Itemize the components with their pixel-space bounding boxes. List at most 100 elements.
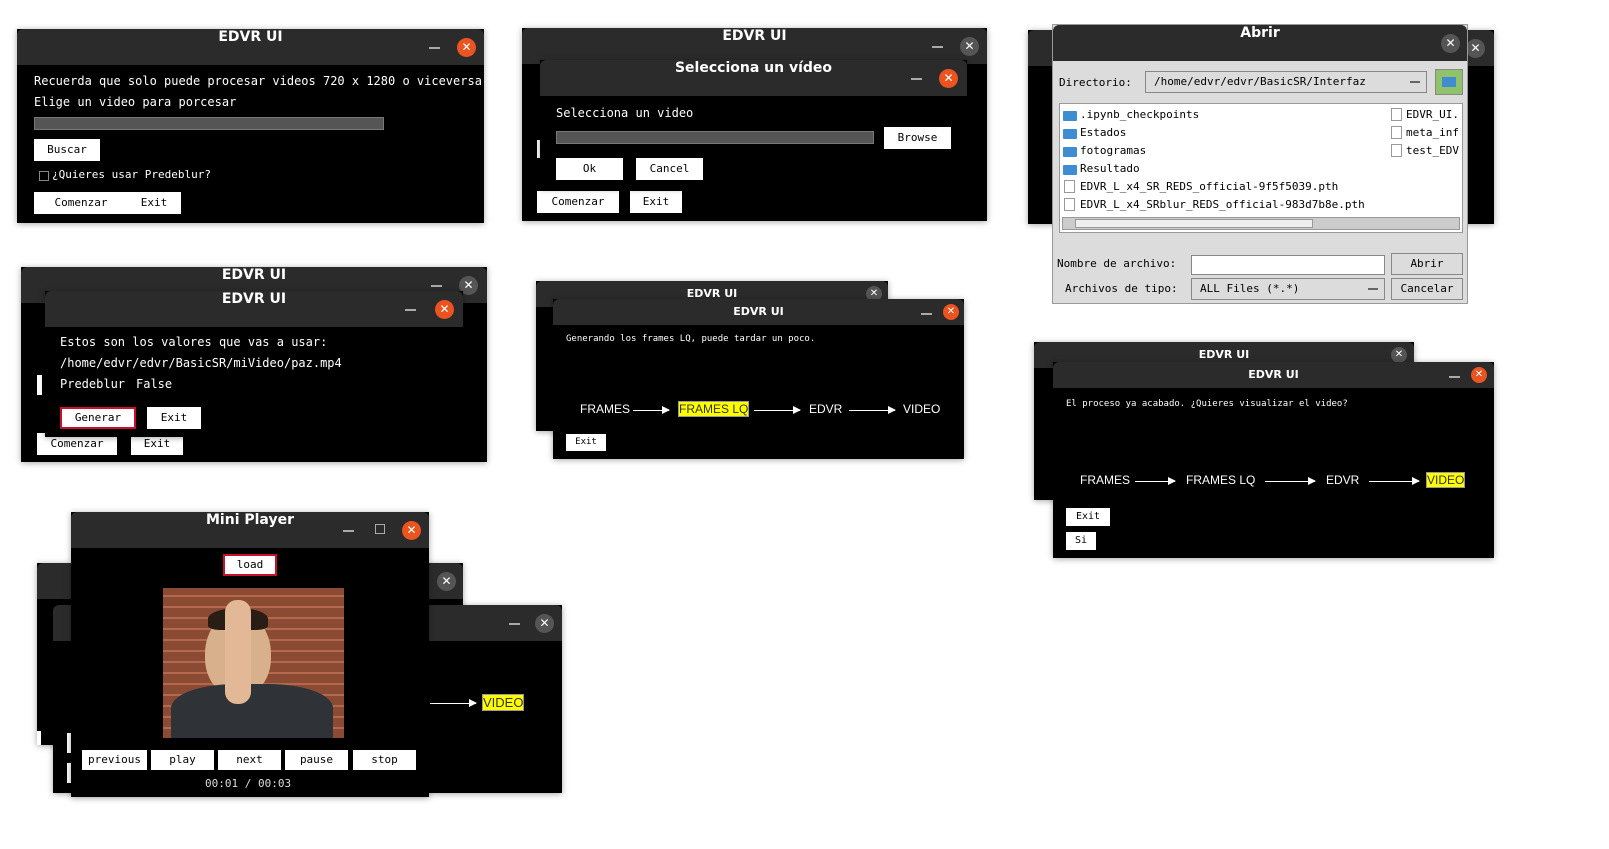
- folder-item[interactable]: fotogramas: [1080, 144, 1146, 157]
- folder-item[interactable]: Estados: [1080, 126, 1126, 139]
- minimize-icon[interactable]: [1449, 376, 1460, 378]
- minimize-icon[interactable]: [932, 46, 943, 48]
- file-icon: [1064, 198, 1075, 211]
- arrow-icon: [1265, 477, 1316, 485]
- folder-icon: [1063, 165, 1077, 175]
- filename-label: Nombre de archivo:: [1057, 257, 1177, 270]
- window-title: EDVR UI: [221, 291, 287, 307]
- close-icon[interactable]: ✕: [457, 38, 476, 57]
- start-button[interactable]: Comenzar: [537, 191, 619, 213]
- directory-label: Directorio:: [1059, 76, 1132, 89]
- search-button[interactable]: Buscar: [34, 139, 100, 161]
- title-bar[interactable]: EDVR UI ✕: [17, 29, 484, 65]
- hand-peace-sign: [225, 600, 251, 704]
- predeblur-value: False: [136, 377, 173, 391]
- folder-item[interactable]: Resultado: [1080, 162, 1140, 175]
- title-bar[interactable]: EDVR UI ✕: [553, 299, 964, 325]
- close-icon[interactable]: ✕: [435, 300, 454, 319]
- hidden-field-fragment: [37, 375, 42, 395]
- close-icon[interactable]: ✕: [1441, 34, 1460, 53]
- time-display: 00:01 / 00:03: [205, 777, 292, 790]
- play-button[interactable]: play: [151, 750, 214, 770]
- minimize-icon[interactable]: [921, 313, 932, 315]
- file-icon: [1064, 180, 1075, 193]
- filetype-select[interactable]: ALL Files (*.*): [1191, 278, 1385, 300]
- up-folder-button[interactable]: [1435, 69, 1463, 95]
- file-item[interactable]: EDVR_L_x4_SR_REDS_official-9f5f5039.pth: [1080, 180, 1338, 193]
- minimize-icon[interactable]: [405, 309, 416, 311]
- pause-button[interactable]: pause: [285, 750, 348, 770]
- video-path-field[interactable]: [556, 131, 874, 144]
- flow-step-video-active: VIDEO: [1425, 472, 1466, 488]
- confirm-values-window: EDVR UI ✕ Estos son los valores que vas …: [45, 291, 463, 437]
- exit-button[interactable]: Exit: [630, 191, 682, 213]
- file-item[interactable]: EDVR_UI.: [1406, 108, 1459, 121]
- load-button[interactable]: load: [223, 554, 277, 576]
- cancel-button[interactable]: Cancel: [636, 158, 703, 180]
- close-icon[interactable]: ✕: [402, 521, 421, 540]
- predeblur-checkbox[interactable]: [39, 171, 49, 181]
- flow-step-video: VIDEO: [903, 402, 941, 416]
- close-icon[interactable]: ✕: [1391, 347, 1407, 363]
- file-item[interactable]: meta_inf: [1406, 126, 1459, 139]
- title-bar[interactable]: Mini Player ✕: [71, 512, 429, 548]
- exit-button[interactable]: Exit: [127, 192, 181, 214]
- flow-step-frames-lq-active: FRAMES LQ: [677, 401, 750, 417]
- title-bar[interactable]: EDVR UI ✕: [45, 291, 463, 327]
- file-item[interactable]: EDVR_L_x4_SRblur_REDS_official-983d7b8e.…: [1080, 198, 1365, 211]
- start-button[interactable]: Comenzar: [34, 192, 128, 214]
- flow-step-edvr: EDVR: [1326, 473, 1360, 487]
- title-bar[interactable]: Selecciona un vídeo ✕: [540, 60, 967, 96]
- generate-button[interactable]: Generar: [60, 407, 136, 429]
- directory-combo[interactable]: /home/edvr/edvr/BasicSR/Interfaz: [1145, 71, 1427, 93]
- close-icon[interactable]: ✕: [960, 37, 979, 56]
- finished-message: El proceso ya acabado. ¿Quieres visualiz…: [1066, 399, 1348, 409]
- file-icon: [1391, 108, 1402, 121]
- close-icon[interactable]: ✕: [1466, 39, 1485, 58]
- window-title: EDVR UI: [733, 305, 784, 318]
- predeblur-label: Predeblur: [60, 377, 126, 391]
- scroll-thumb[interactable]: [1075, 219, 1313, 228]
- file-icon: [1391, 126, 1402, 139]
- close-icon[interactable]: ✕: [939, 69, 958, 88]
- yes-button[interactable]: Si: [1066, 532, 1096, 550]
- close-icon[interactable]: ✕: [437, 572, 456, 591]
- horizontal-scrollbar[interactable]: [1062, 217, 1460, 230]
- open-button[interactable]: Abrir: [1391, 253, 1463, 275]
- exit-button[interactable]: Exit: [566, 434, 606, 451]
- edvr-main-window: EDVR UI ✕ Recuerda que solo puede proces…: [17, 29, 484, 223]
- minimize-icon[interactable]: [429, 47, 440, 49]
- directory-value: /home/edvr/edvr/BasicSR/Interfaz: [1154, 75, 1366, 88]
- previous-button[interactable]: previous: [82, 750, 147, 770]
- close-icon[interactable]: ✕: [1471, 367, 1487, 383]
- title-bar[interactable]: EDVR UI ✕: [1053, 362, 1494, 388]
- minimize-icon[interactable]: [431, 285, 442, 287]
- stop-button[interactable]: stop: [353, 750, 416, 770]
- minimize-icon[interactable]: [911, 78, 922, 80]
- exit-button[interactable]: Exit: [1066, 508, 1110, 526]
- exit-button[interactable]: Exit: [147, 407, 201, 429]
- file-list[interactable]: .ipynb_checkpoints Estados fotogramas Re…: [1059, 103, 1463, 233]
- close-icon[interactable]: ✕: [943, 304, 959, 320]
- ok-button[interactable]: Ok: [556, 158, 623, 180]
- maximize-icon[interactable]: [375, 524, 385, 534]
- minimize-icon[interactable]: [343, 530, 354, 532]
- folder-item[interactable]: .ipynb_checkpoints: [1080, 108, 1199, 121]
- video-path-field[interactable]: [34, 117, 384, 130]
- browse-button[interactable]: Browse: [884, 127, 951, 149]
- dialog-title: Abrir: [1240, 25, 1280, 41]
- cancel-button[interactable]: Cancelar: [1391, 278, 1463, 300]
- title-bar[interactable]: EDVR UI ✕: [522, 28, 987, 64]
- hidden-field-fragment: [37, 731, 41, 745]
- select-video-dialog: Selecciona un vídeo ✕ Selecciona un vide…: [540, 60, 967, 188]
- file-item[interactable]: test_EDV: [1406, 144, 1459, 157]
- title-bar[interactable]: Abrir ✕: [1053, 25, 1467, 61]
- minimize-icon[interactable]: [509, 623, 520, 625]
- filename-input[interactable]: [1191, 255, 1385, 275]
- open-file-dialog: Abrir ✕ Directorio: /home/edvr/edvr/Basi…: [1052, 24, 1468, 304]
- next-button[interactable]: next: [218, 750, 281, 770]
- arrow-icon: [633, 406, 670, 414]
- flow-step-frames-lq: FRAMES LQ: [1186, 473, 1256, 487]
- close-icon[interactable]: ✕: [535, 614, 554, 633]
- progress-window: EDVR UI ✕ Generando los frames LQ, puede…: [553, 299, 964, 459]
